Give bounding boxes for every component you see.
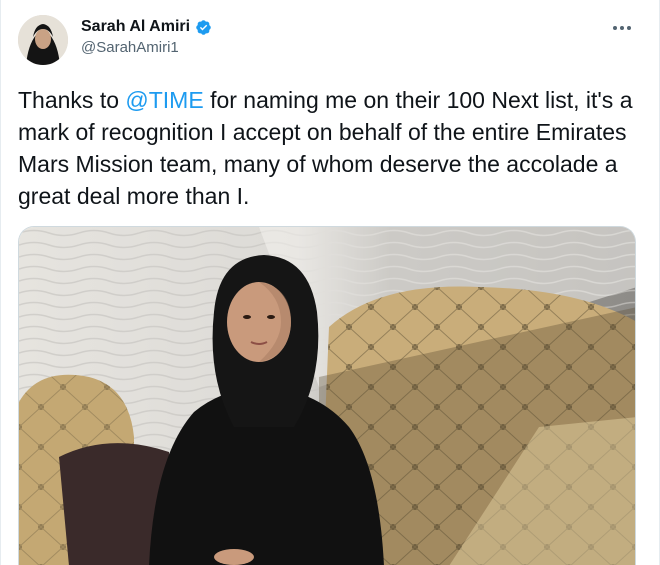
tweet-card: Sarah Al Amiri @SarahAmiri1 Thanks to @T… (0, 0, 660, 565)
display-name[interactable]: Sarah Al Amiri (81, 18, 190, 36)
tweet-text: Thanks to @TIME for naming me on their 1… (18, 84, 648, 212)
mention-link[interactable]: @TIME (125, 87, 203, 113)
user-handle[interactable]: @SarahAmiri1 (81, 39, 179, 56)
avatar[interactable] (18, 15, 68, 65)
tweet-photo[interactable] (18, 226, 636, 565)
verified-badge-icon (195, 19, 212, 36)
more-options-icon[interactable] (609, 18, 635, 38)
tweet-text-start: Thanks to (18, 87, 126, 113)
author-name-row: Sarah Al Amiri (81, 18, 212, 36)
